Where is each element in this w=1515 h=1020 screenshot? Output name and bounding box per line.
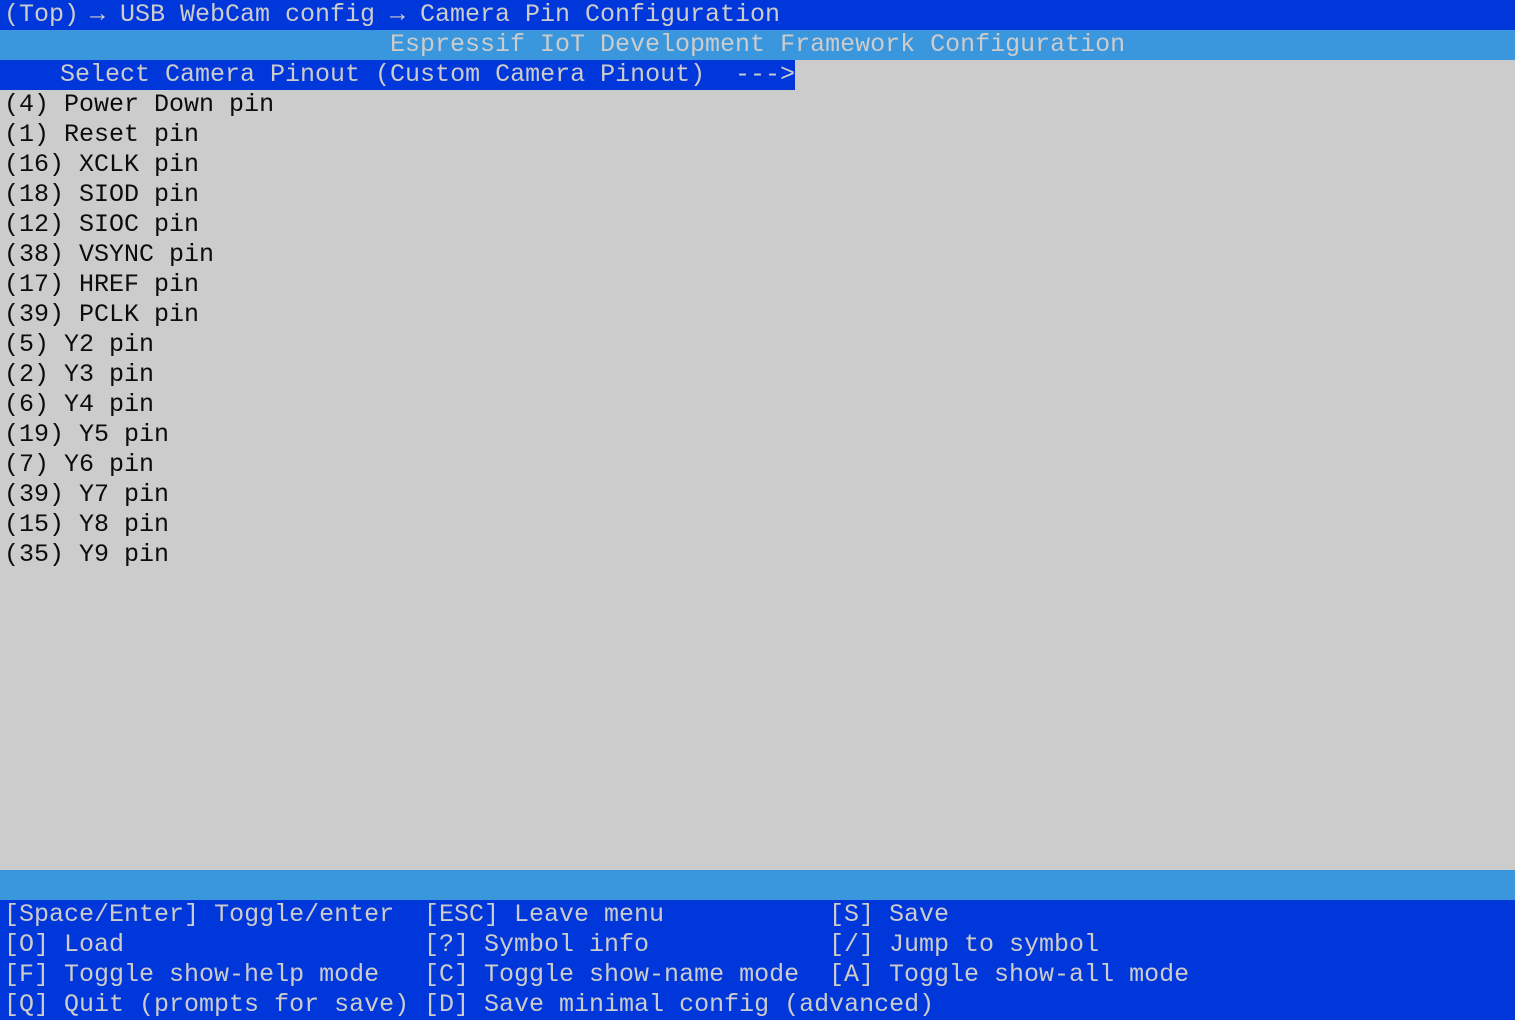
menu-item[interactable]: (16) XCLK pin [4, 150, 199, 180]
menu-item-label: Y2 pin [64, 330, 155, 359]
breadcrumb-usb-webcam-config[interactable]: USB WebCam config [120, 0, 375, 30]
menu-item-value: (15) [4, 510, 65, 539]
menu-item-label: XCLK pin [79, 150, 200, 179]
menu-item-value: (35) [4, 540, 65, 569]
menu-item-value: (6) [4, 390, 50, 419]
menu-item-label: Y4 pin [64, 390, 155, 419]
shortcut-key: [F] [4, 960, 50, 989]
shortcut-label: Toggle show-all mode [889, 960, 1190, 989]
shortcut-hint: [F] Toggle show-help mode [4, 960, 379, 990]
shortcut-key: [O] [4, 930, 50, 959]
menu-item-value: (18) [4, 180, 65, 209]
shortcut-hint: [D] Save minimal config (advanced) [424, 990, 934, 1020]
shortcut-key: [S] [829, 900, 875, 929]
shortcut-label: Save [889, 900, 950, 929]
menu-item-value: (19) [4, 420, 65, 449]
shortcut-row: [O] Load [?] Symbol info [/] Jump to symbo… [0, 930, 1515, 960]
shortcut-label: Quit (prompts for save) [64, 990, 410, 1019]
menu-item-label: Y6 pin [64, 450, 155, 479]
menu-item-value: (7) [4, 450, 50, 479]
shortcut-label: Symbol info [484, 930, 650, 959]
menu-item[interactable]: (15) Y8 pin [4, 510, 169, 540]
shortcut-row: [Q] Quit (prompts for save) [D] Save mini… [0, 990, 1515, 1020]
shortcut-label: Load [64, 930, 125, 959]
menu-item[interactable]: (17) HREF pin [4, 270, 199, 300]
shortcut-hint: [ESC] Leave menu [424, 900, 664, 930]
shortcut-hint: [O] Load [4, 930, 124, 960]
shortcut-key: [?] [424, 930, 470, 959]
shortcut-hint: [Space/Enter] Toggle/enter [4, 900, 394, 930]
menu-item-value: (39) [4, 480, 65, 509]
shortcut-label: Toggle/enter [214, 900, 395, 929]
menu-item-value: (38) [4, 240, 65, 269]
menu-item-value: (16) [4, 150, 65, 179]
menu-item[interactable]: (39) Y7 pin [4, 480, 169, 510]
menu-item-label: Y3 pin [64, 360, 155, 389]
shortcut-row: [F] Toggle show-help mode [C] Toggle show… [0, 960, 1515, 990]
shortcut-key: [/] [829, 930, 875, 959]
shortcut-label: Toggle show-help mode [64, 960, 380, 989]
menu-item-label: Select Camera Pinout (Custom Camera Pino… [60, 60, 706, 89]
menu-item[interactable]: (35) Y9 pin [4, 540, 169, 570]
breadcrumb: (Top) → USB WebCam config → Camera Pin C… [0, 0, 1515, 30]
title-bar: Espressif IoT Development Framework Conf… [0, 30, 1515, 60]
shortcut-key: [ESC] [424, 900, 500, 929]
menu-item-value: (17) [4, 270, 65, 299]
menu-item[interactable]: (39) PCLK pin [4, 300, 199, 330]
menu-item-label: SIOD pin [79, 180, 200, 209]
shortcut-hint: [A] Toggle show-all mode [829, 960, 1189, 990]
menu-item-label: SIOC pin [79, 210, 200, 239]
shortcut-hint: [Q] Quit (prompts for save) [4, 990, 409, 1020]
menu-item-value: (4) [4, 90, 50, 119]
menu-item[interactable]: (19) Y5 pin [4, 420, 169, 450]
page-title: Espressif IoT Development Framework Conf… [390, 30, 1126, 59]
shortcut-row: [Space/Enter] Toggle/enter [ESC] Leave me… [0, 900, 1515, 930]
menu-item-label: Y8 pin [79, 510, 170, 539]
menu-item-label: Y9 pin [79, 540, 170, 569]
shortcut-label: Toggle show-name mode [484, 960, 800, 989]
shortcut-hint: [C] Toggle show-name mode [424, 960, 799, 990]
menu-item-select-camera-pinout[interactable]: Select Camera Pinout (Custom Camera Pino… [0, 60, 795, 90]
menu-item[interactable]: (1) Reset pin [4, 120, 199, 150]
menu-item-value: (5) [4, 330, 50, 359]
menu-item[interactable]: (38) VSYNC pin [4, 240, 214, 270]
menu-item[interactable]: (2) Y3 pin [4, 360, 154, 390]
shortcut-key: [Q] [4, 990, 50, 1019]
menu-item-label: VSYNC pin [79, 240, 215, 269]
shortcut-key: [Space/Enter] [4, 900, 200, 929]
menu-item-label: Reset pin [64, 120, 200, 149]
menu-item[interactable]: (18) SIOD pin [4, 180, 199, 210]
submenu-arrow-icon: ---> [735, 60, 796, 89]
menu-item-label: PCLK pin [79, 300, 200, 329]
breadcrumb-camera-pin-configuration: Camera Pin Configuration [420, 0, 781, 29]
menu-item-label: HREF pin [79, 270, 200, 299]
menu-item-label: Y7 pin [79, 480, 170, 509]
menu-item[interactable]: (4) Power Down pin [4, 90, 274, 120]
menu-item-value: (12) [4, 210, 65, 239]
breadcrumb-top[interactable]: (Top) [4, 0, 79, 30]
menu-item-value: (2) [4, 360, 50, 389]
menu-item-label: Power Down pin [64, 90, 275, 119]
menu-item[interactable]: (12) SIOC pin [4, 210, 199, 240]
menu-item-value: (39) [4, 300, 65, 329]
shortcut-label: Save minimal config (advanced) [484, 990, 935, 1019]
shortcut-label: Jump to symbol [889, 930, 1100, 959]
separator-bar [0, 870, 1515, 900]
shortcut-label: Leave menu [514, 900, 665, 929]
menu-item-value: (1) [4, 120, 50, 149]
shortcut-key: [C] [424, 960, 470, 989]
arrow-right-icon: → [390, 0, 406, 29]
shortcut-hint: [S] Save [829, 900, 949, 930]
menu-item[interactable]: (6) Y4 pin [4, 390, 154, 420]
arrow-right-icon: → [90, 0, 106, 29]
menu-item[interactable]: (7) Y6 pin [4, 450, 154, 480]
shortcut-hint: [?] Symbol info [424, 930, 649, 960]
menu-item[interactable]: (5) Y2 pin [4, 330, 154, 360]
shortcut-key: [D] [424, 990, 470, 1019]
shortcut-key: [A] [829, 960, 875, 989]
menu-item-label: Y5 pin [79, 420, 170, 449]
shortcut-hint: [/] Jump to symbol [829, 930, 1099, 960]
